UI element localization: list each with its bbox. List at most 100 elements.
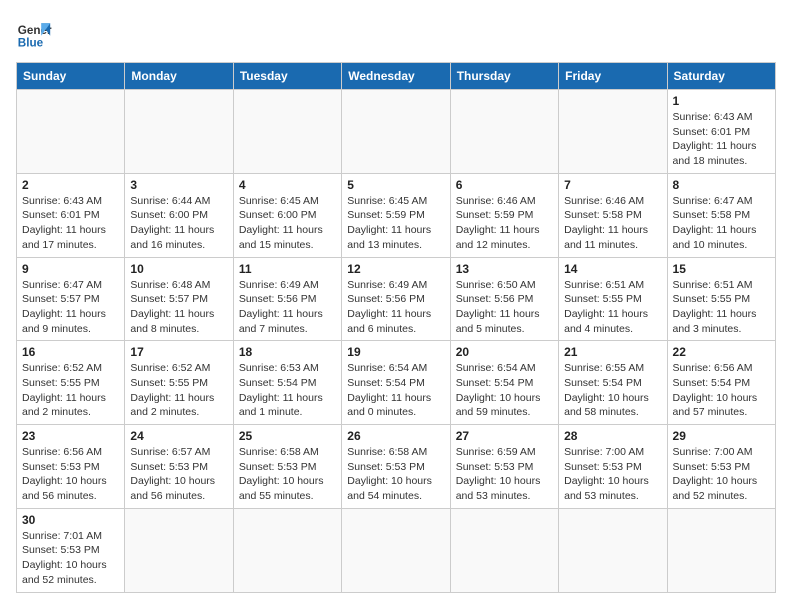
- day-info: Sunrise: 6:50 AM Sunset: 5:56 PM Dayligh…: [456, 278, 553, 337]
- calendar-cell: 14Sunrise: 6:51 AM Sunset: 5:55 PM Dayli…: [559, 257, 667, 341]
- day-info: Sunrise: 6:43 AM Sunset: 6:01 PM Dayligh…: [22, 194, 119, 253]
- header: General Blue: [16, 16, 776, 52]
- calendar-cell: 2 Sunrise: 6:43 AM Sunset: 6:01 PM Daylig…: [17, 173, 125, 257]
- day-number: 15: [673, 262, 770, 276]
- day-info: Sunrise: 6:49 AM Sunset: 5:56 PM Dayligh…: [239, 278, 336, 337]
- calendar-cell: 30 Sunrise: 7:01 AM Sunset: 5:53 PM Dayli…: [17, 508, 125, 592]
- calendar-cell: [450, 90, 558, 174]
- day-number: 12: [347, 262, 444, 276]
- day-number: 23: [22, 429, 119, 443]
- calendar-week-4: 16 Sunrise: 6:52 AM Sunset: 5:55 PM Dayli…: [17, 341, 776, 425]
- calendar-cell: 26 Sunrise: 6:58 AM Sunset: 5:53 PM Dayli…: [342, 425, 450, 509]
- calendar-week-1: 1 Sunrise: 6:43 AM Sunset: 6:01 PM Daylig…: [17, 90, 776, 174]
- calendar-cell: [233, 508, 341, 592]
- calendar-cell: [125, 90, 233, 174]
- day-number: 26: [347, 429, 444, 443]
- day-info: Sunrise: 6:58 AM Sunset: 5:53 PM Dayligh…: [347, 445, 444, 504]
- calendar-cell: 11Sunrise: 6:49 AM Sunset: 5:56 PM Dayli…: [233, 257, 341, 341]
- weekday-wednesday: Wednesday: [342, 63, 450, 90]
- calendar-week-6: 30 Sunrise: 7:01 AM Sunset: 5:53 PM Dayli…: [17, 508, 776, 592]
- day-number: 29: [673, 429, 770, 443]
- calendar-cell: 5Sunrise: 6:45 AM Sunset: 5:59 PM Daylig…: [342, 173, 450, 257]
- calendar-cell: 15 Sunrise: 6:51 AM Sunset: 5:55 PM Dayli…: [667, 257, 775, 341]
- weekday-monday: Monday: [125, 63, 233, 90]
- day-info: Sunrise: 6:59 AM Sunset: 5:53 PM Dayligh…: [456, 445, 553, 504]
- day-info: Sunrise: 6:48 AM Sunset: 5:57 PM Dayligh…: [130, 278, 227, 337]
- day-info: Sunrise: 6:46 AM Sunset: 5:59 PM Dayligh…: [456, 194, 553, 253]
- calendar-cell: [17, 90, 125, 174]
- calendar-cell: 27 Sunrise: 6:59 AM Sunset: 5:53 PM Dayli…: [450, 425, 558, 509]
- day-info: Sunrise: 7:01 AM Sunset: 5:53 PM Dayligh…: [22, 529, 119, 588]
- day-info: Sunrise: 6:57 AM Sunset: 5:53 PM Dayligh…: [130, 445, 227, 504]
- day-number: 25: [239, 429, 336, 443]
- calendar-cell: 28Sunrise: 7:00 AM Sunset: 5:53 PM Dayli…: [559, 425, 667, 509]
- calendar-cell: 6 Sunrise: 6:46 AM Sunset: 5:59 PM Daylig…: [450, 173, 558, 257]
- day-info: Sunrise: 6:51 AM Sunset: 5:55 PM Dayligh…: [673, 278, 770, 337]
- weekday-sunday: Sunday: [17, 63, 125, 90]
- day-number: 17: [130, 345, 227, 359]
- day-info: Sunrise: 6:45 AM Sunset: 5:59 PM Dayligh…: [347, 194, 444, 253]
- calendar-cell: 24 Sunrise: 6:57 AM Sunset: 5:53 PM Dayli…: [125, 425, 233, 509]
- calendar-cell: 4 Sunrise: 6:45 AM Sunset: 6:00 PM Daylig…: [233, 173, 341, 257]
- calendar-body: 1 Sunrise: 6:43 AM Sunset: 6:01 PM Daylig…: [17, 90, 776, 593]
- weekday-tuesday: Tuesday: [233, 63, 341, 90]
- calendar-week-3: 9 Sunrise: 6:47 AM Sunset: 5:57 PM Daylig…: [17, 257, 776, 341]
- day-number: 19: [347, 345, 444, 359]
- day-info: Sunrise: 7:00 AM Sunset: 5:53 PM Dayligh…: [564, 445, 661, 504]
- day-info: Sunrise: 6:55 AM Sunset: 5:54 PM Dayligh…: [564, 361, 661, 420]
- day-number: 30: [22, 513, 119, 527]
- calendar-cell: 19 Sunrise: 6:54 AM Sunset: 5:54 PM Dayli…: [342, 341, 450, 425]
- day-number: 4: [239, 178, 336, 192]
- weekday-friday: Friday: [559, 63, 667, 90]
- logo-icon: General Blue: [16, 16, 52, 52]
- day-number: 16: [22, 345, 119, 359]
- calendar-cell: 16 Sunrise: 6:52 AM Sunset: 5:55 PM Dayli…: [17, 341, 125, 425]
- day-info: Sunrise: 6:54 AM Sunset: 5:54 PM Dayligh…: [347, 361, 444, 420]
- day-number: 2: [22, 178, 119, 192]
- calendar-cell: [667, 508, 775, 592]
- day-number: 1: [673, 94, 770, 108]
- calendar-week-5: 23 Sunrise: 6:56 AM Sunset: 5:53 PM Dayli…: [17, 425, 776, 509]
- day-info: Sunrise: 6:54 AM Sunset: 5:54 PM Dayligh…: [456, 361, 553, 420]
- calendar-week-2: 2 Sunrise: 6:43 AM Sunset: 6:01 PM Daylig…: [17, 173, 776, 257]
- day-info: Sunrise: 6:58 AM Sunset: 5:53 PM Dayligh…: [239, 445, 336, 504]
- weekday-header-row: SundayMondayTuesdayWednesdayThursdayFrid…: [17, 63, 776, 90]
- calendar-cell: 8Sunrise: 6:47 AM Sunset: 5:58 PM Daylig…: [667, 173, 775, 257]
- day-info: Sunrise: 6:52 AM Sunset: 5:55 PM Dayligh…: [22, 361, 119, 420]
- day-number: 8: [673, 178, 770, 192]
- calendar-cell: 18 Sunrise: 6:53 AM Sunset: 5:54 PM Dayli…: [233, 341, 341, 425]
- day-info: Sunrise: 6:49 AM Sunset: 5:56 PM Dayligh…: [347, 278, 444, 337]
- calendar-cell: [125, 508, 233, 592]
- calendar: SundayMondayTuesdayWednesdayThursdayFrid…: [16, 62, 776, 593]
- day-number: 9: [22, 262, 119, 276]
- calendar-cell: 21Sunrise: 6:55 AM Sunset: 5:54 PM Dayli…: [559, 341, 667, 425]
- calendar-cell: [559, 508, 667, 592]
- day-info: Sunrise: 6:45 AM Sunset: 6:00 PM Dayligh…: [239, 194, 336, 253]
- calendar-cell: [342, 90, 450, 174]
- day-number: 10: [130, 262, 227, 276]
- weekday-saturday: Saturday: [667, 63, 775, 90]
- day-number: 24: [130, 429, 227, 443]
- calendar-cell: 1 Sunrise: 6:43 AM Sunset: 6:01 PM Daylig…: [667, 90, 775, 174]
- day-info: Sunrise: 6:53 AM Sunset: 5:54 PM Dayligh…: [239, 361, 336, 420]
- day-info: Sunrise: 6:56 AM Sunset: 5:54 PM Dayligh…: [673, 361, 770, 420]
- day-number: 6: [456, 178, 553, 192]
- calendar-cell: 22 Sunrise: 6:56 AM Sunset: 5:54 PM Dayli…: [667, 341, 775, 425]
- day-info: Sunrise: 6:44 AM Sunset: 6:00 PM Dayligh…: [130, 194, 227, 253]
- calendar-cell: 17 Sunrise: 6:52 AM Sunset: 5:55 PM Dayli…: [125, 341, 233, 425]
- day-number: 18: [239, 345, 336, 359]
- day-number: 22: [673, 345, 770, 359]
- calendar-cell: 23 Sunrise: 6:56 AM Sunset: 5:53 PM Dayli…: [17, 425, 125, 509]
- day-number: 7: [564, 178, 661, 192]
- day-info: Sunrise: 6:47 AM Sunset: 5:57 PM Dayligh…: [22, 278, 119, 337]
- day-number: 27: [456, 429, 553, 443]
- calendar-cell: 9 Sunrise: 6:47 AM Sunset: 5:57 PM Daylig…: [17, 257, 125, 341]
- day-info: Sunrise: 6:46 AM Sunset: 5:58 PM Dayligh…: [564, 194, 661, 253]
- calendar-cell: 10 Sunrise: 6:48 AM Sunset: 5:57 PM Dayli…: [125, 257, 233, 341]
- day-number: 14: [564, 262, 661, 276]
- calendar-cell: 25 Sunrise: 6:58 AM Sunset: 5:53 PM Dayli…: [233, 425, 341, 509]
- day-info: Sunrise: 6:52 AM Sunset: 5:55 PM Dayligh…: [130, 361, 227, 420]
- day-info: Sunrise: 6:56 AM Sunset: 5:53 PM Dayligh…: [22, 445, 119, 504]
- day-info: Sunrise: 6:43 AM Sunset: 6:01 PM Dayligh…: [673, 110, 770, 169]
- calendar-cell: 29Sunrise: 7:00 AM Sunset: 5:53 PM Dayli…: [667, 425, 775, 509]
